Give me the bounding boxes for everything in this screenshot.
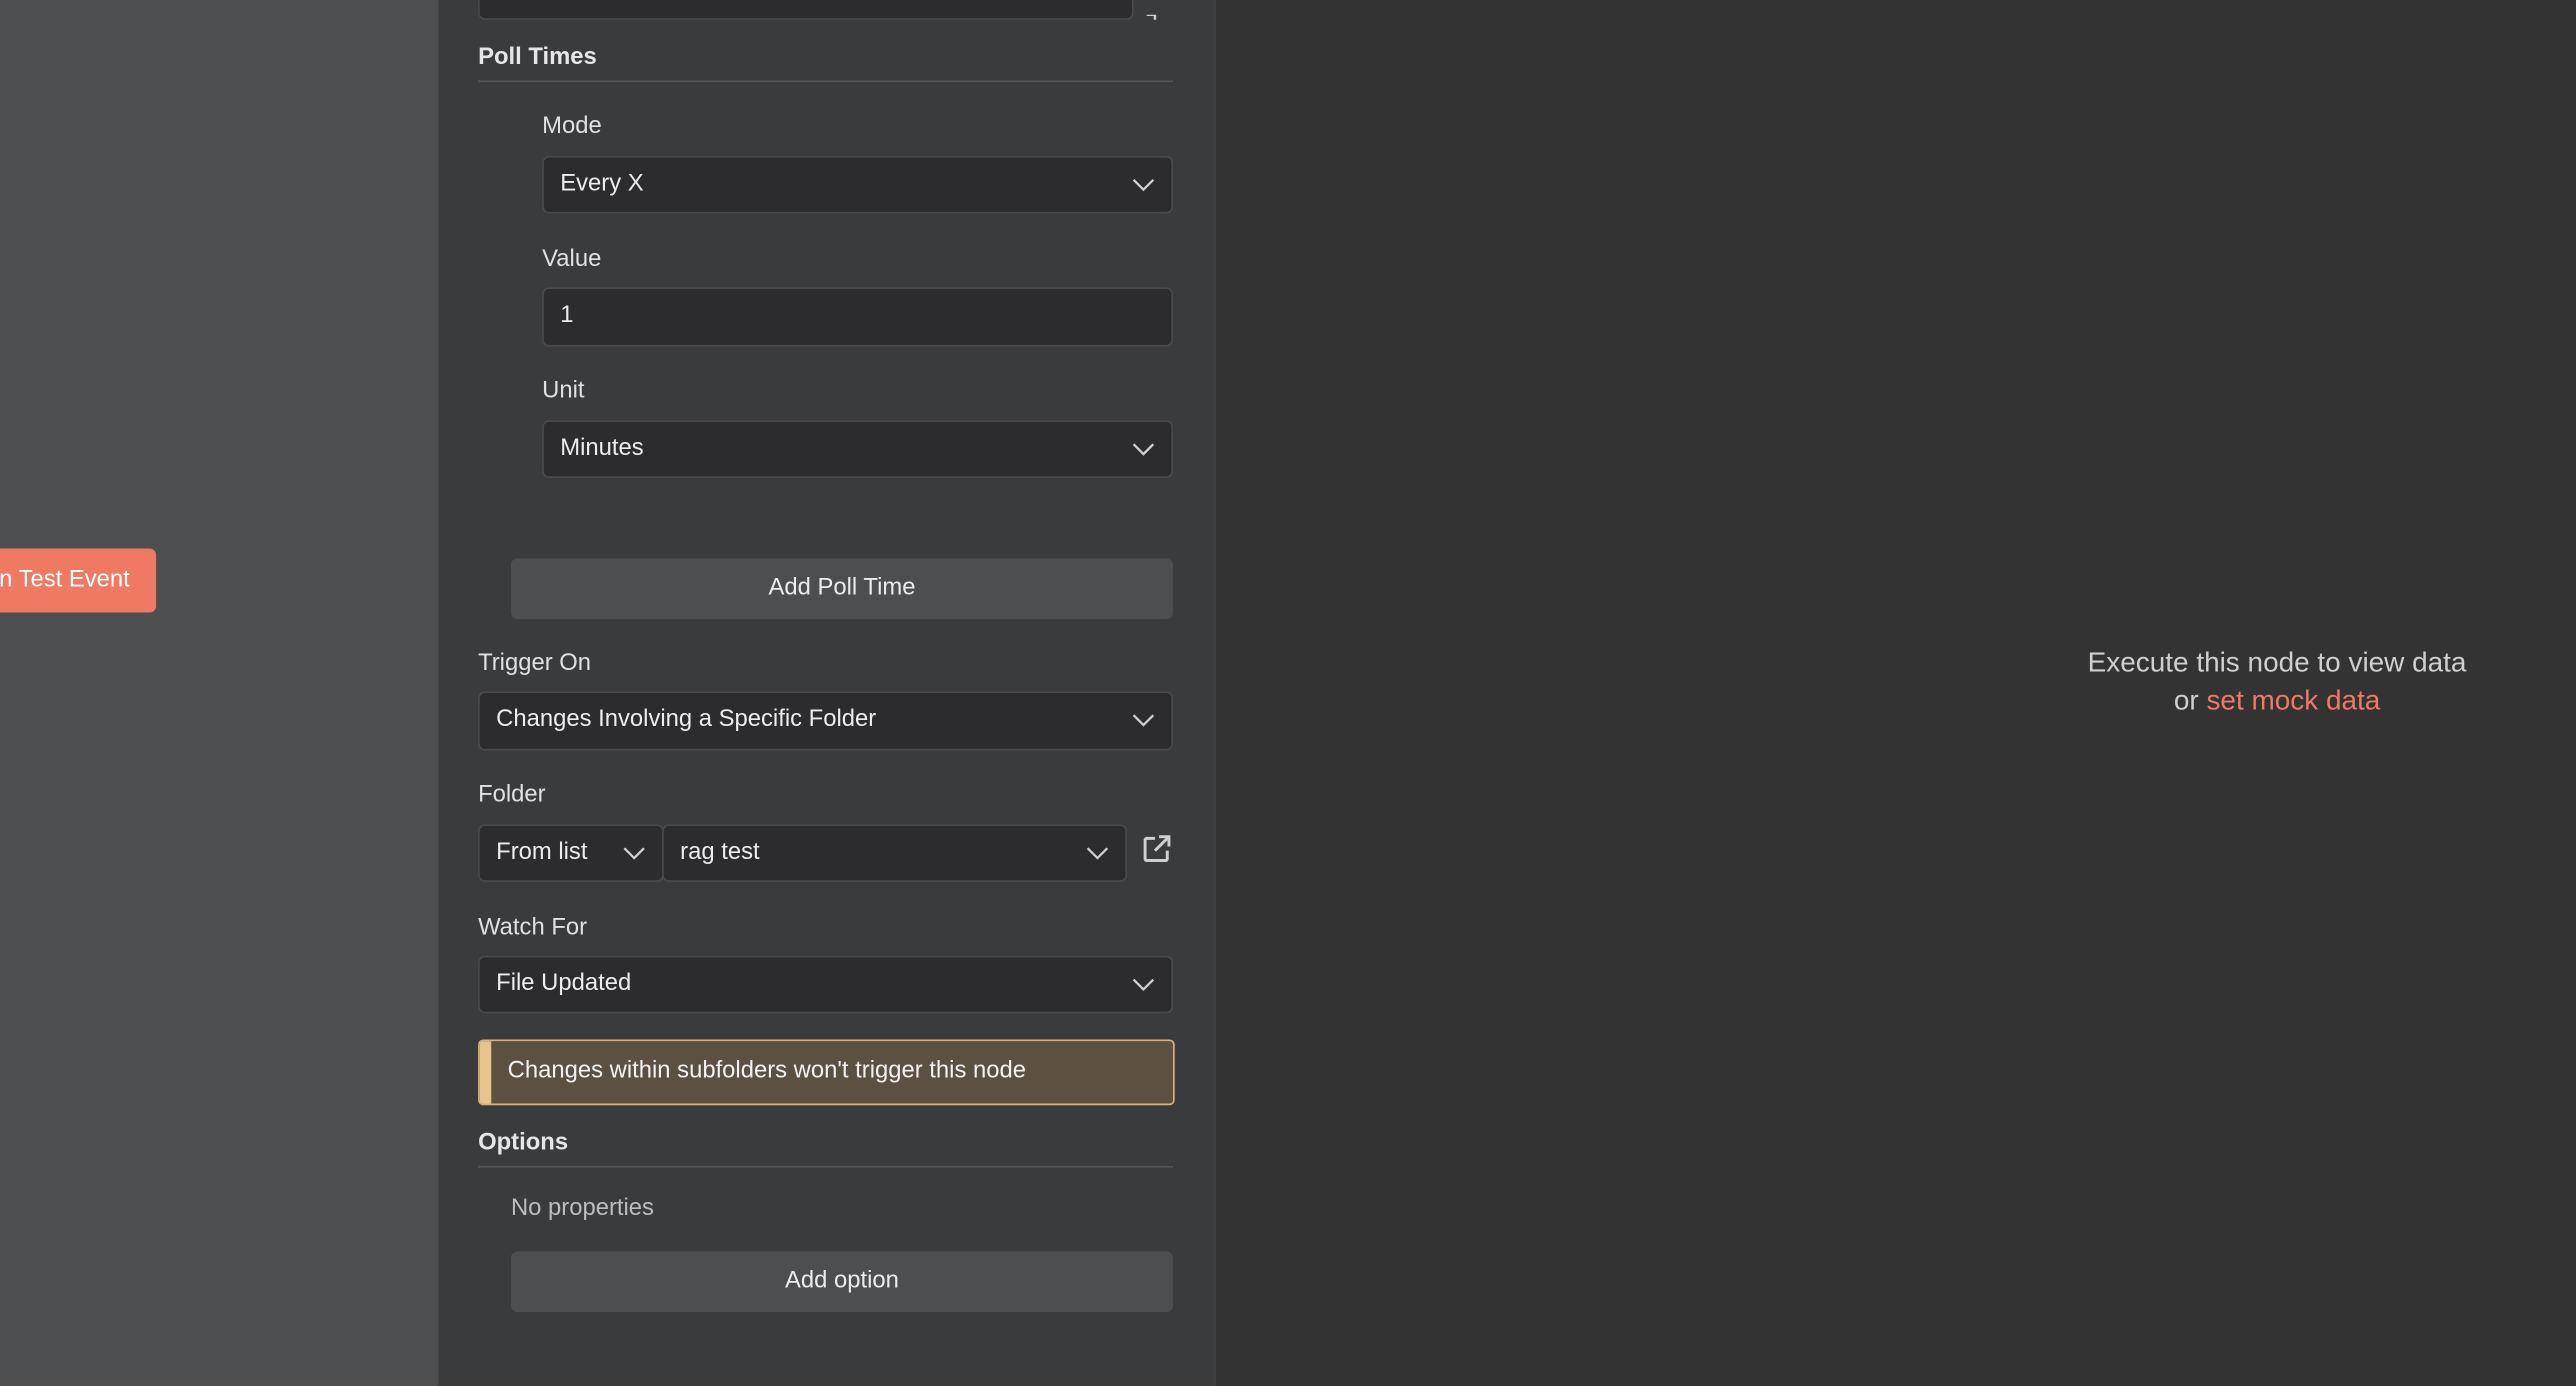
unit-value: Minutes	[560, 435, 644, 462]
poll-times-title: Poll Times	[478, 44, 597, 71]
test-event-button[interactable]: n Test Event	[0, 548, 157, 613]
watch-for-label: Watch For	[478, 914, 588, 941]
set-mock-data-link[interactable]: set mock data	[2206, 685, 2380, 716]
canvas-area	[0, 0, 439, 1386]
notice-accent-bar	[479, 1041, 492, 1104]
trigger-on-label: Trigger On	[478, 650, 592, 677]
chevron-down-icon	[623, 846, 646, 861]
app-root: n Test Event Poll Times Mode Every X Val…	[0, 0, 2576, 1386]
value-input[interactable]: 1	[542, 287, 1174, 347]
chevron-down-icon	[1086, 846, 1109, 861]
mode-select[interactable]: Every X	[542, 156, 1174, 214]
no-properties-text: No properties	[510, 1195, 654, 1222]
output-or-text: or	[2173, 684, 2199, 716]
subfolder-notice: Changes within subfolders won't trigger …	[478, 1039, 1175, 1106]
poll-times-divider	[478, 80, 1174, 83]
folder-value: rag test	[680, 839, 760, 866]
partial-link-icon[interactable]	[1145, 0, 1158, 20]
unit-label: Unit	[542, 377, 585, 404]
value-input-text: 1	[560, 302, 574, 329]
value-label: Value	[542, 246, 602, 273]
add-option-button[interactable]: Add option	[510, 1251, 1174, 1313]
chevron-down-icon	[1132, 442, 1155, 457]
options-title: Options	[478, 1129, 569, 1157]
output-empty-secondary: or set mock data	[1948, 682, 2576, 720]
watch-for-select[interactable]: File Updated	[478, 955, 1174, 1014]
notice-text: Changes within subfolders won't trigger …	[507, 1057, 1027, 1084]
folder-mode-select[interactable]: From list	[478, 824, 664, 882]
folder-label: Folder	[478, 781, 546, 808]
trigger-on-select[interactable]: Changes Involving a Specific Folder	[478, 691, 1174, 751]
mode-label: Mode	[542, 113, 602, 140]
trigger-on-value: Changes Involving a Specific Folder	[496, 706, 877, 733]
partial-top-field[interactable]	[478, 0, 1134, 20]
unit-select[interactable]: Minutes	[542, 420, 1174, 478]
external-link-icon[interactable]	[1142, 834, 1172, 864]
watch-for-value: File Updated	[496, 970, 632, 997]
chevron-down-icon	[1132, 177, 1155, 192]
mode-value: Every X	[560, 170, 644, 198]
chevron-down-icon	[1132, 713, 1155, 728]
output-empty-state: Execute this node to view data or set mo…	[1948, 644, 2576, 720]
output-empty-message: Execute this node to view data	[2087, 647, 2467, 679]
options-divider	[478, 1165, 1174, 1168]
folder-select[interactable]: rag test	[662, 824, 1128, 882]
folder-mode-value: From list	[496, 839, 588, 866]
add-poll-time-button[interactable]: Add Poll Time	[510, 558, 1174, 620]
chevron-down-icon	[1132, 977, 1155, 992]
